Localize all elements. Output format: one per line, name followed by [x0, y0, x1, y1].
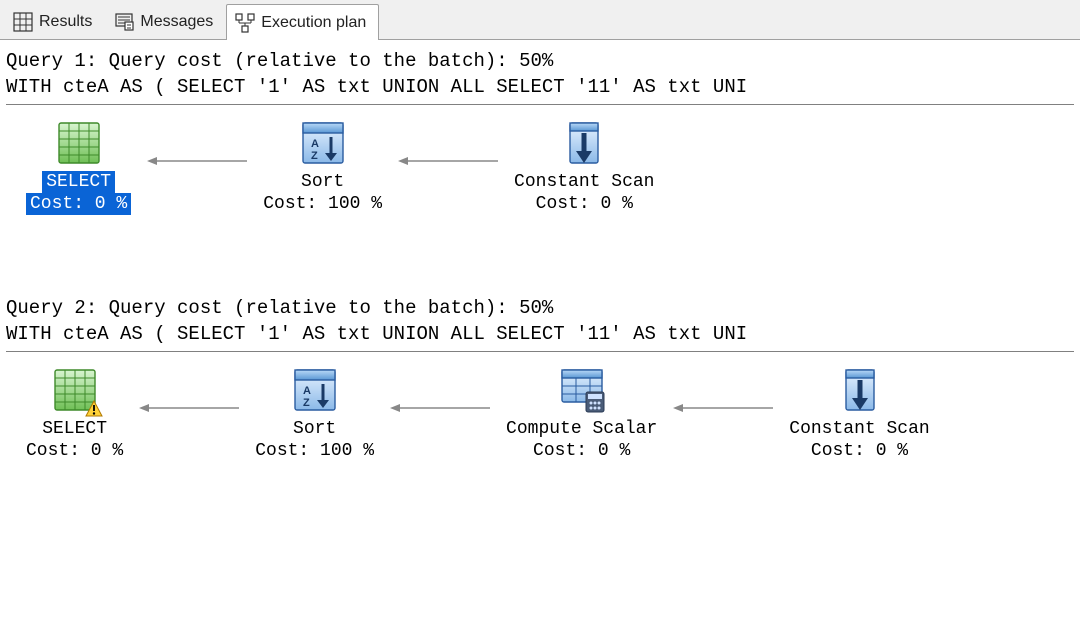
tab-messages[interactable]: Messages — [105, 3, 226, 39]
query-block: Query 1: Query cost (relative to the bat… — [6, 48, 1074, 215]
query-block: Query 2: Query cost (relative to the bat… — [6, 295, 1074, 462]
execution-plan-pane[interactable]: Query 1: Query cost (relative to the bat… — [0, 40, 1080, 462]
plan-node-select[interactable]: SELECTCost: 0 % — [26, 366, 123, 462]
grid-icon — [13, 12, 33, 32]
constant-scan-icon — [560, 119, 608, 167]
plan-node-label: Compute Scalar — [506, 418, 657, 440]
plan-node-cost: Cost: 100 % — [263, 193, 382, 215]
warning-icon — [85, 400, 103, 418]
plan-node-cost: Cost: 100 % — [255, 440, 374, 462]
plan-node-constant-scan[interactable]: Constant ScanCost: 0 % — [514, 119, 654, 215]
plan-node-label: SELECT — [42, 171, 115, 193]
separator — [6, 104, 1074, 105]
flow-arrow-icon — [398, 137, 498, 185]
plan-node-cost: Cost: 0 % — [811, 440, 908, 462]
constant-scan-icon — [836, 366, 884, 414]
plan-node-label: SELECT — [42, 418, 107, 440]
tab-results-label: Results — [39, 13, 92, 31]
compute-scalar-icon — [558, 366, 606, 414]
separator — [6, 351, 1074, 352]
tab-messages-label: Messages — [140, 13, 213, 31]
flow-arrow-icon — [390, 384, 490, 432]
plan-node-cost: Cost: 0 % — [536, 193, 633, 215]
plan-node-cost: Cost: 0 % — [26, 440, 123, 462]
select-icon — [55, 119, 103, 167]
plan-node-sort[interactable]: SortCost: 100 % — [255, 366, 374, 462]
plan-row: SELECTCost: 0 %SortCost: 100 %Compute Sc… — [6, 362, 1074, 462]
plan-node-cost: Cost: 0 % — [26, 193, 131, 215]
query-text: WITH cteA AS ( SELECT '1' AS txt UNION A… — [6, 74, 1074, 100]
plan-node-label: Constant Scan — [514, 171, 654, 193]
tab-bar: Results Messages Execution plan — [0, 0, 1080, 40]
sort-icon — [299, 119, 347, 167]
flow-arrow-icon — [147, 137, 247, 185]
flow-arrow-icon — [139, 384, 239, 432]
plan-node-label: Sort — [301, 171, 344, 193]
tab-results[interactable]: Results — [4, 3, 105, 39]
plan-node-label: Sort — [293, 418, 336, 440]
query-header: Query 2: Query cost (relative to the bat… — [6, 295, 1074, 321]
query-text: WITH cteA AS ( SELECT '1' AS txt UNION A… — [6, 321, 1074, 347]
plan-node-sort[interactable]: SortCost: 100 % — [263, 119, 382, 215]
tab-execution-plan-label: Execution plan — [261, 14, 366, 32]
plan-node-label: Constant Scan — [789, 418, 929, 440]
flow-arrow-icon — [673, 384, 773, 432]
plan-node-constant-scan[interactable]: Constant ScanCost: 0 % — [789, 366, 929, 462]
plan-node-cost: Cost: 0 % — [533, 440, 630, 462]
plan-row: SELECTCost: 0 %SortCost: 100 %Constant S… — [6, 115, 1074, 215]
sort-icon — [291, 366, 339, 414]
tab-execution-plan[interactable]: Execution plan — [226, 4, 379, 40]
plan-icon — [235, 13, 255, 33]
messages-icon — [114, 12, 134, 32]
plan-node-select[interactable]: SELECTCost: 0 % — [26, 119, 131, 215]
select-icon — [51, 366, 99, 414]
plan-node-compute-scalar[interactable]: Compute ScalarCost: 0 % — [506, 366, 657, 462]
query-header: Query 1: Query cost (relative to the bat… — [6, 48, 1074, 74]
